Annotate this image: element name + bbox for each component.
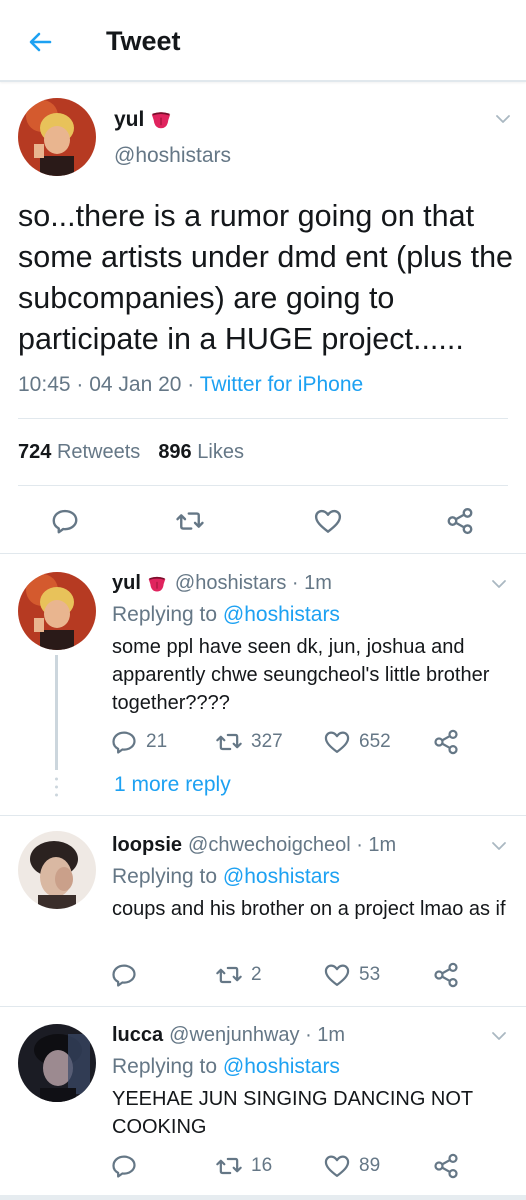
heart-icon [323,728,351,756]
page-title: Tweet [106,26,181,56]
reply-text: coups and his brother on a project lmao … [112,898,506,920]
share-button[interactable] [432,728,460,756]
author-handle[interactable]: @hoshistars [114,144,231,168]
divider [18,418,508,419]
avatar[interactable] [18,831,96,909]
retweet-icon [175,506,205,536]
author-handle[interactable]: @hoshistars · 1m [175,572,332,595]
reply-tweet[interactable]: loopsie @chwechoigcheol · 1m Replying to… [0,817,526,1007]
like-button[interactable] [313,506,343,536]
more-replies-link[interactable]: 1 more reply [114,773,231,797]
replying-to-link[interactable]: @hoshistars [223,1055,340,1078]
retweet-button[interactable]: 16 [215,1152,272,1180]
avatar[interactable] [18,1024,96,1102]
reply-header: lucca @wenjunhway · 1m [112,1024,345,1047]
reply-icon [110,961,138,989]
back-arrow-icon[interactable] [20,22,60,62]
tongue-emoji-icon [147,574,167,594]
author-name[interactable]: yul [114,108,172,132]
tweet-meta: 10:45 · 04 Jan 20 · Twitter for iPhone [18,373,363,397]
heart-icon [323,1152,351,1180]
reply-header: yul @hoshistars · 1m [112,572,332,595]
share-button[interactable] [445,506,475,536]
heart-icon [323,961,351,989]
author-handle[interactable]: @chwechoigcheol · 1m [188,834,396,857]
tweet-stats: 724 Retweets 896 Likes [18,441,244,464]
tongue-emoji-icon [150,109,172,131]
tweet-timestamp: 10:45 · 04 Jan 20 · [18,373,195,396]
retweet-icon [215,1152,243,1180]
chevron-down-icon[interactable] [490,837,508,855]
reply-button[interactable]: 21 [110,728,167,756]
tweet-actions [0,498,526,542]
retweet-button[interactable] [175,506,205,536]
heart-icon [313,506,343,536]
divider [18,485,508,486]
share-icon [432,961,460,989]
share-button[interactable] [432,961,460,989]
chevron-down-icon[interactable] [494,110,512,128]
reply-text: YEEHAE JUN SINGING DANCING NOT COOKING [112,1088,473,1138]
tweet-source-link[interactable]: Twitter for iPhone [200,373,363,396]
reply-actions: 16 89 [0,1152,526,1182]
author-name[interactable]: yul [112,572,141,595]
replying-to-link[interactable]: @hoshistars [223,603,340,626]
share-icon [432,1152,460,1180]
reply-tweet[interactable]: lucca @wenjunhway · 1m Replying to @hosh… [0,1008,526,1195]
share-button[interactable] [432,1152,460,1180]
likes-stat[interactable]: 896 Likes [158,441,244,464]
reply-button[interactable] [110,961,138,989]
avatar[interactable] [18,98,96,176]
author-name[interactable]: loopsie [112,834,182,857]
retweet-button[interactable]: 2 [215,961,262,989]
like-button[interactable]: 652 [323,728,391,756]
reply-text: some ppl have seen dk, jun, joshua and a… [112,636,490,714]
like-button[interactable]: 89 [323,1152,380,1180]
retweet-icon [215,728,243,756]
reply-button[interactable] [110,1152,138,1180]
reply-actions: 2 53 [0,961,526,991]
tweet-text: so...there is a rumor going on that some… [18,199,514,356]
reply-icon [110,1152,138,1180]
main-tweet: yul @hoshistars so...there is a rumor go… [0,84,526,554]
replying-to: Replying to @hoshistars [112,1055,340,1078]
reply-button[interactable] [50,506,80,536]
list-end-divider [0,1195,526,1200]
thread-dots [55,777,58,797]
top-app-bar: Tweet [0,0,526,82]
reply-icon [110,728,138,756]
retweet-icon [215,961,243,989]
share-icon [432,728,460,756]
replying-to-link[interactable]: @hoshistars [223,865,340,888]
avatar[interactable] [18,572,96,650]
retweets-stat[interactable]: 724 Retweets [18,441,140,464]
reply-icon [50,506,80,536]
author-handle[interactable]: @wenjunhway · 1m [169,1024,345,1047]
author-name[interactable]: lucca [112,1024,163,1047]
reply-tweet[interactable]: yul @hoshistars · 1m Replying to @hoshis… [0,555,526,816]
chevron-down-icon[interactable] [490,1027,508,1045]
chevron-down-icon[interactable] [490,575,508,593]
like-button[interactable]: 53 [323,961,380,989]
replying-to: Replying to @hoshistars [112,603,340,626]
reply-header: loopsie @chwechoigcheol · 1m [112,834,396,857]
share-icon [445,506,475,536]
reply-actions: 21 327 652 [0,728,526,758]
replying-to: Replying to @hoshistars [112,865,340,888]
retweet-button[interactable]: 327 [215,728,283,756]
